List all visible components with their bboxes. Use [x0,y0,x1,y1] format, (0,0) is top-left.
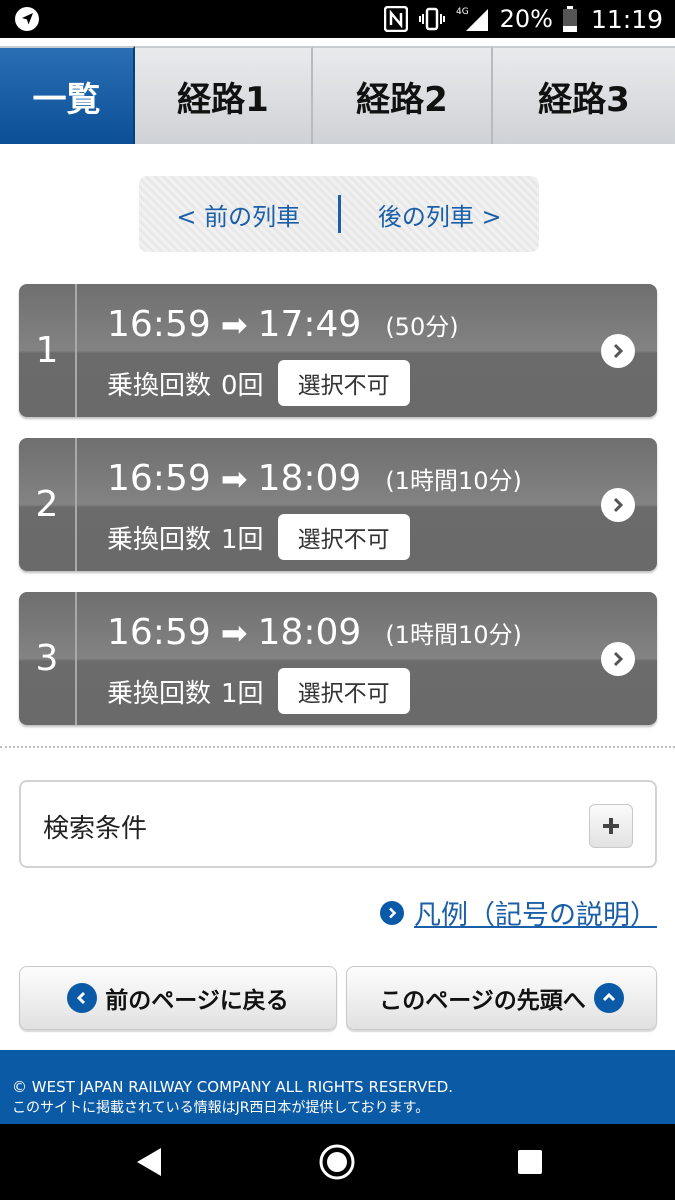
next-train-link[interactable]: 後の列車 > [341,197,540,232]
route-number: 1 [19,284,77,417]
route-times: 16:59 ➡ 18:09 (1時間10分) [107,612,522,653]
transfer-count: 1回 [221,524,264,555]
route-card-3[interactable]: 3 16:59 ➡ 18:09 (1時間10分) 乗換回数 1回 選択不可 [19,592,657,725]
back-button[interactable]: 前のページに戻る [19,966,337,1030]
recents-square-icon[interactable] [500,1124,560,1200]
route-times: 16:59 ➡ 18:09 (1時間10分) [107,458,522,499]
transfer-label: 乗換回数 [107,524,212,555]
depart-time: 16:59 [107,304,211,345]
tab-route-1[interactable]: 経路1 [135,46,313,144]
route-times: 16:59 ➡ 17:49 (50分) [107,304,459,345]
back-button-label: 前のページに戻る [105,988,289,1014]
chevron-right-icon[interactable] [601,334,635,368]
status-badge: 選択不可 [277,360,410,406]
transfer-count: 0回 [221,370,264,401]
route-card-1[interactable]: 1 16:59 ➡ 17:49 (50分) 乗換回数 0回 選択不可 [19,284,657,417]
expand-plus-icon[interactable] [589,804,633,848]
duration: (1時間10分) [385,467,522,495]
site-footer: © WEST JAPAN RAILWAY COMPANY ALL RIGHTS … [0,1050,675,1124]
legend-link[interactable]: 凡例（記号の説明） [380,893,657,932]
train-pager: < 前の列車 後の列車 > [139,176,539,252]
battery-icon [562,6,577,32]
duration: (1時間10分) [385,621,522,649]
arrow-right-icon: ➡ [220,613,248,652]
transfer-info: 乗換回数 1回 選択不可 [107,514,410,560]
duration: (50分) [385,313,459,341]
route-number: 3 [19,592,77,725]
tab-list[interactable]: 一覧 [0,46,135,144]
transfer-info: 乗換回数 1回 選択不可 [107,668,410,714]
network-type-text: 4G [456,7,469,17]
nfc-icon [383,6,408,32]
navigation-icon [15,7,39,31]
signal-icon: 4G [456,7,488,31]
transfer-info: 乗換回数 0回 選択不可 [107,360,410,406]
route-number: 2 [19,438,77,571]
page-top-button-label: このページの先頭へ [379,988,586,1014]
home-circle-icon[interactable] [307,1124,367,1200]
status-bar: 4G 20% 11:19 [0,0,675,38]
arrive-time: 17:49 [257,304,362,345]
arrive-time: 18:09 [257,458,362,499]
chevron-up-circle-icon [593,983,624,1013]
battery-percent: 20% [499,5,553,33]
status-badge: 選択不可 [277,668,410,714]
transfer-label: 乗換回数 [107,370,212,401]
search-conditions-panel[interactable]: 検索条件 [19,780,657,868]
transfer-label: 乗換回数 [107,678,212,709]
legend-link-text[interactable]: 凡例（記号の説明） [414,893,657,932]
search-conditions-label: 検索条件 [43,814,148,844]
chevron-right-icon[interactable] [601,488,635,522]
transfer-count: 1回 [221,678,264,709]
depart-time: 16:59 [107,612,211,653]
provider-note: このサイトに掲載されている情報はJR西日本が提供しております。 [12,1100,430,1116]
copyright-text: © WEST JAPAN RAILWAY COMPANY ALL RIGHTS … [12,1078,454,1096]
vibrate-icon [418,7,445,31]
chevron-right-icon[interactable] [601,642,635,676]
route-tabs: 一覧 経路1 経路2 経路3 [0,46,675,144]
tab-route-2[interactable]: 経路2 [313,46,493,144]
arrow-right-icon: ➡ [220,305,248,344]
arrow-right-icon: ➡ [220,459,248,498]
prev-train-link[interactable]: < 前の列車 [139,197,338,232]
chevron-left-circle-icon [67,983,98,1013]
system-nav-bar [0,1124,675,1200]
section-divider [0,746,675,748]
depart-time: 16:59 [107,458,211,499]
chevron-right-circle-icon [380,900,404,925]
arrive-time: 18:09 [257,612,362,653]
route-card-2[interactable]: 2 16:59 ➡ 18:09 (1時間10分) 乗換回数 1回 選択不可 [19,438,657,571]
tab-route-3[interactable]: 経路3 [493,46,675,144]
clock: 11:19 [590,4,663,34]
page-top-button[interactable]: このページの先頭へ [346,966,657,1030]
back-triangle-icon[interactable] [118,1124,178,1200]
status-badge: 選択不可 [277,514,410,560]
